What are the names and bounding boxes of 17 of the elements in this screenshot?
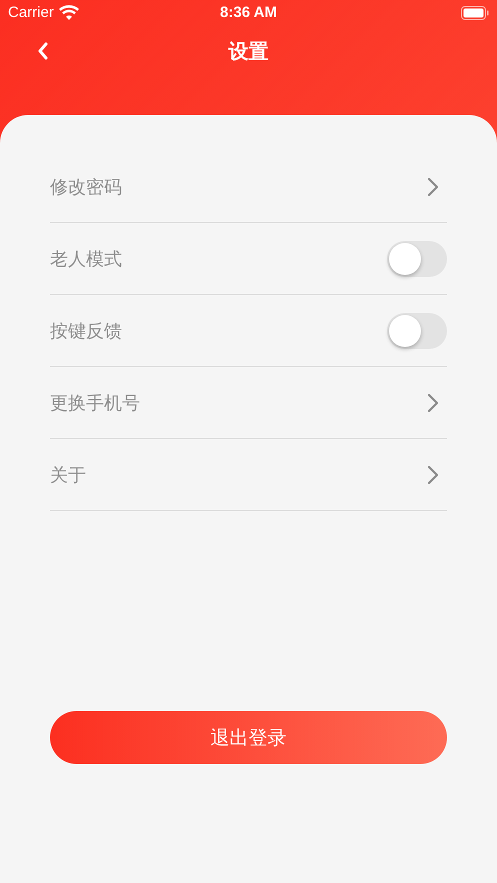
setting-label: 修改密码 — [50, 176, 122, 198]
toggle-switch[interactable] — [387, 240, 447, 276]
status-time: 8:36 AM — [220, 4, 277, 21]
setting-label: 老人模式 — [50, 248, 122, 270]
chevron-right-icon[interactable] — [427, 176, 439, 196]
battery-icon — [461, 6, 489, 20]
back-icon[interactable] — [36, 42, 50, 60]
chevron-right-icon[interactable] — [427, 464, 439, 484]
chevron-right-icon[interactable] — [427, 392, 439, 412]
setting-label: 按键反馈 — [50, 320, 122, 342]
toggle-switch[interactable] — [387, 312, 447, 348]
carrier-label: Carrier — [8, 4, 54, 21]
page-title: 设置 — [228, 38, 268, 64]
wifi-icon — [58, 5, 79, 20]
setting-label: 更换手机号 — [50, 392, 140, 414]
logout-button[interactable]: 退出登录 — [50, 711, 447, 764]
setting-label: 关于 — [50, 464, 86, 486]
